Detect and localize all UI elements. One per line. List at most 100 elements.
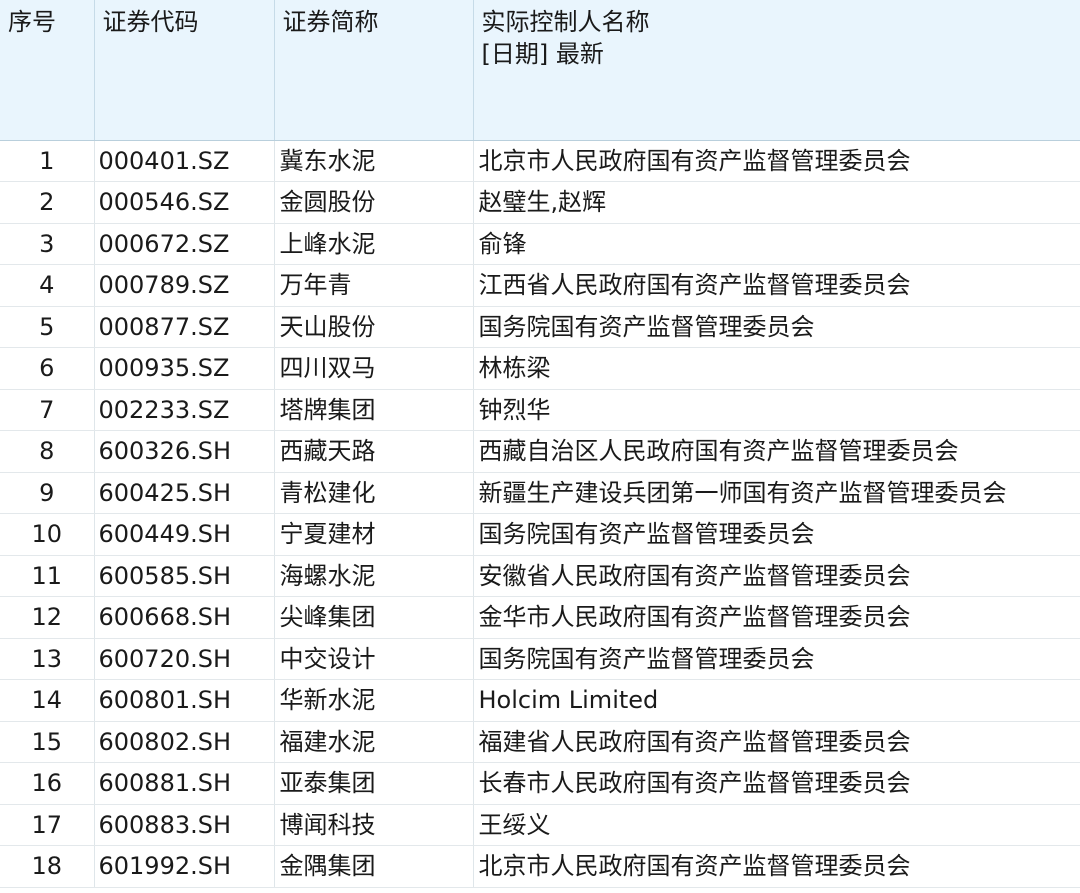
cell-code[interactable]: 600585.SH (94, 555, 275, 597)
cell-code[interactable]: 600720.SH (94, 638, 275, 680)
table-row[interactable]: 9 600425.SH 青松建化 新疆生产建设兵团第一师国有资产监督管理委员会 (0, 472, 1080, 514)
cell-name[interactable]: 青松建化 (274, 472, 474, 514)
cell-code[interactable]: 000546.SZ (94, 181, 275, 224)
cell-controller[interactable]: 北京市人民政府国有资产监督管理委员会 (473, 140, 1080, 182)
table-row[interactable]: 3 000672.SZ 上峰水泥 俞锋 (0, 223, 1080, 265)
cell-index[interactable]: 16 (0, 762, 95, 805)
table-row[interactable]: 1 000401.SZ 冀东水泥 北京市人民政府国有资产监督管理委员会 (0, 140, 1080, 182)
table-row[interactable]: 5 000877.SZ 天山股份 国务院国有资产监督管理委员会 (0, 306, 1080, 348)
cell-name[interactable]: 亚泰集团 (274, 762, 474, 805)
cell-controller[interactable]: 国务院国有资产监督管理委员会 (473, 513, 1080, 556)
cell-name[interactable]: 宁夏建材 (274, 513, 474, 556)
cell-controller[interactable]: 金华市人民政府国有资产监督管理委员会 (473, 596, 1080, 639)
cell-code[interactable]: 601992.SH (94, 845, 275, 888)
cell-index[interactable]: 5 (0, 306, 95, 348)
column-header-controller[interactable]: 实际控制人名称 [日期] 最新 (473, 0, 1080, 141)
cell-name[interactable]: 博闻科技 (274, 804, 474, 846)
cell-index[interactable]: 13 (0, 638, 95, 680)
cell-index[interactable]: 7 (0, 389, 95, 431)
table-row[interactable]: 14 600801.SH 华新水泥 Holcim Limited (0, 679, 1080, 722)
column-header-code[interactable]: 证券代码 (94, 0, 275, 141)
cell-controller[interactable]: 国务院国有资产监督管理委员会 (473, 638, 1080, 680)
cell-controller[interactable]: 王绥义 (473, 804, 1080, 846)
cell-index[interactable]: 6 (0, 347, 95, 390)
cell-code[interactable]: 600326.SH (94, 430, 275, 473)
cell-name[interactable]: 金隅集团 (274, 845, 474, 888)
table-row[interactable]: 11 600585.SH 海螺水泥 安徽省人民政府国有资产监督管理委员会 (0, 555, 1080, 597)
cell-controller[interactable]: 新疆生产建设兵团第一师国有资产监督管理委员会 (473, 472, 1080, 514)
cell-name[interactable]: 上峰水泥 (274, 223, 474, 265)
cell-name[interactable]: 天山股份 (274, 306, 474, 348)
cell-index[interactable]: 8 (0, 430, 95, 473)
cell-index[interactable]: 14 (0, 679, 95, 722)
cell-index[interactable]: 1 (0, 140, 95, 182)
table-header: 序号 证券代码 证券简称 实际控制人名称 [日期] 最新 (0, 0, 1080, 141)
table-row[interactable]: 2 000546.SZ 金圆股份 赵璧生,赵辉 (0, 181, 1080, 224)
cell-code[interactable]: 002233.SZ (94, 389, 275, 431)
cell-index[interactable]: 12 (0, 596, 95, 639)
cell-code[interactable]: 000789.SZ (94, 264, 275, 307)
cell-name[interactable]: 福建水泥 (274, 721, 474, 763)
cell-code[interactable]: 600881.SH (94, 762, 275, 805)
cell-controller[interactable]: 林栋梁 (473, 347, 1080, 390)
cell-controller[interactable]: 长春市人民政府国有资产监督管理委员会 (473, 762, 1080, 805)
table-body: 1 000401.SZ 冀东水泥 北京市人民政府国有资产监督管理委员会 2 000546.… (0, 140, 1080, 888)
table-row[interactable]: 6 000935.SZ 四川双马 林栋梁 (0, 347, 1080, 390)
controller-table: 序号 证券代码 证券简称 实际控制人名称 [日期] 最新 1 000401.SZ 冀… (0, 0, 1080, 888)
table-row[interactable]: 7 002233.SZ 塔牌集团 钟烈华 (0, 389, 1080, 431)
cell-controller[interactable]: 江西省人民政府国有资产监督管理委员会 (473, 264, 1080, 307)
cell-name[interactable]: 万年青 (274, 264, 474, 307)
cell-index[interactable]: 9 (0, 472, 95, 514)
cell-controller[interactable]: Holcim Limited (473, 679, 1080, 722)
cell-controller[interactable]: 西藏自治区人民政府国有资产监督管理委员会 (473, 430, 1080, 473)
table-row[interactable]: 17 600883.SH 博闻科技 王绥义 (0, 804, 1080, 846)
cell-controller[interactable]: 钟烈华 (473, 389, 1080, 431)
cell-index[interactable]: 2 (0, 181, 95, 224)
cell-index[interactable]: 17 (0, 804, 95, 846)
table-row[interactable]: 8 600326.SH 西藏天路 西藏自治区人民政府国有资产监督管理委员会 (0, 430, 1080, 473)
data-grid: 序号 证券代码 证券简称 实际控制人名称 [日期] 最新 1 000401.SZ 冀… (0, 0, 1080, 893)
table-row[interactable]: 4 000789.SZ 万年青 江西省人民政府国有资产监督管理委员会 (0, 264, 1080, 307)
cell-name[interactable]: 四川双马 (274, 347, 474, 390)
cell-code[interactable]: 600449.SH (94, 513, 275, 556)
cell-name[interactable]: 海螺水泥 (274, 555, 474, 597)
cell-controller[interactable]: 国务院国有资产监督管理委员会 (473, 306, 1080, 348)
table-row[interactable]: 12 600668.SH 尖峰集团 金华市人民政府国有资产监督管理委员会 (0, 596, 1080, 639)
table-row[interactable]: 15 600802.SH 福建水泥 福建省人民政府国有资产监督管理委员会 (0, 721, 1080, 763)
cell-code[interactable]: 600801.SH (94, 679, 275, 722)
cell-index[interactable]: 3 (0, 223, 95, 265)
table-row[interactable]: 10 600449.SH 宁夏建材 国务院国有资产监督管理委员会 (0, 513, 1080, 556)
cell-name[interactable]: 中交设计 (274, 638, 474, 680)
cell-index[interactable]: 11 (0, 555, 95, 597)
cell-index[interactable]: 18 (0, 845, 95, 888)
cell-name[interactable]: 西藏天路 (274, 430, 474, 473)
cell-code[interactable]: 600802.SH (94, 721, 275, 763)
cell-code[interactable]: 600425.SH (94, 472, 275, 514)
cell-name[interactable]: 金圆股份 (274, 181, 474, 224)
cell-name[interactable]: 尖峰集团 (274, 596, 474, 639)
cell-controller[interactable]: 赵璧生,赵辉 (473, 181, 1080, 224)
cell-controller[interactable]: 俞锋 (473, 223, 1080, 265)
cell-controller[interactable]: 福建省人民政府国有资产监督管理委员会 (473, 721, 1080, 763)
cell-code[interactable]: 000401.SZ (94, 140, 275, 182)
cell-name[interactable]: 塔牌集团 (274, 389, 474, 431)
cell-index[interactable]: 4 (0, 264, 95, 307)
table-row[interactable]: 18 601992.SH 金隅集团 北京市人民政府国有资产监督管理委员会 (0, 845, 1080, 888)
cell-controller[interactable]: 安徽省人民政府国有资产监督管理委员会 (473, 555, 1080, 597)
table-row[interactable]: 16 600881.SH 亚泰集团 长春市人民政府国有资产监督管理委员会 (0, 762, 1080, 805)
cell-code[interactable]: 000877.SZ (94, 306, 275, 348)
table-row[interactable]: 13 600720.SH 中交设计 国务院国有资产监督管理委员会 (0, 638, 1080, 680)
column-header-name-label: 证券简称 (282, 8, 379, 36)
cell-code[interactable]: 600883.SH (94, 804, 275, 846)
column-header-index[interactable]: 序号 (0, 0, 95, 141)
column-header-controller-sublabel: [日期] 最新 (481, 40, 604, 68)
column-header-name[interactable]: 证券简称 (274, 0, 474, 141)
cell-name[interactable]: 冀东水泥 (274, 140, 474, 182)
cell-index[interactable]: 15 (0, 721, 95, 763)
cell-index[interactable]: 10 (0, 513, 95, 556)
cell-code[interactable]: 600668.SH (94, 596, 275, 639)
cell-name[interactable]: 华新水泥 (274, 679, 474, 722)
cell-code[interactable]: 000935.SZ (94, 347, 275, 390)
cell-controller[interactable]: 北京市人民政府国有资产监督管理委员会 (473, 845, 1080, 888)
cell-code[interactable]: 000672.SZ (94, 223, 275, 265)
